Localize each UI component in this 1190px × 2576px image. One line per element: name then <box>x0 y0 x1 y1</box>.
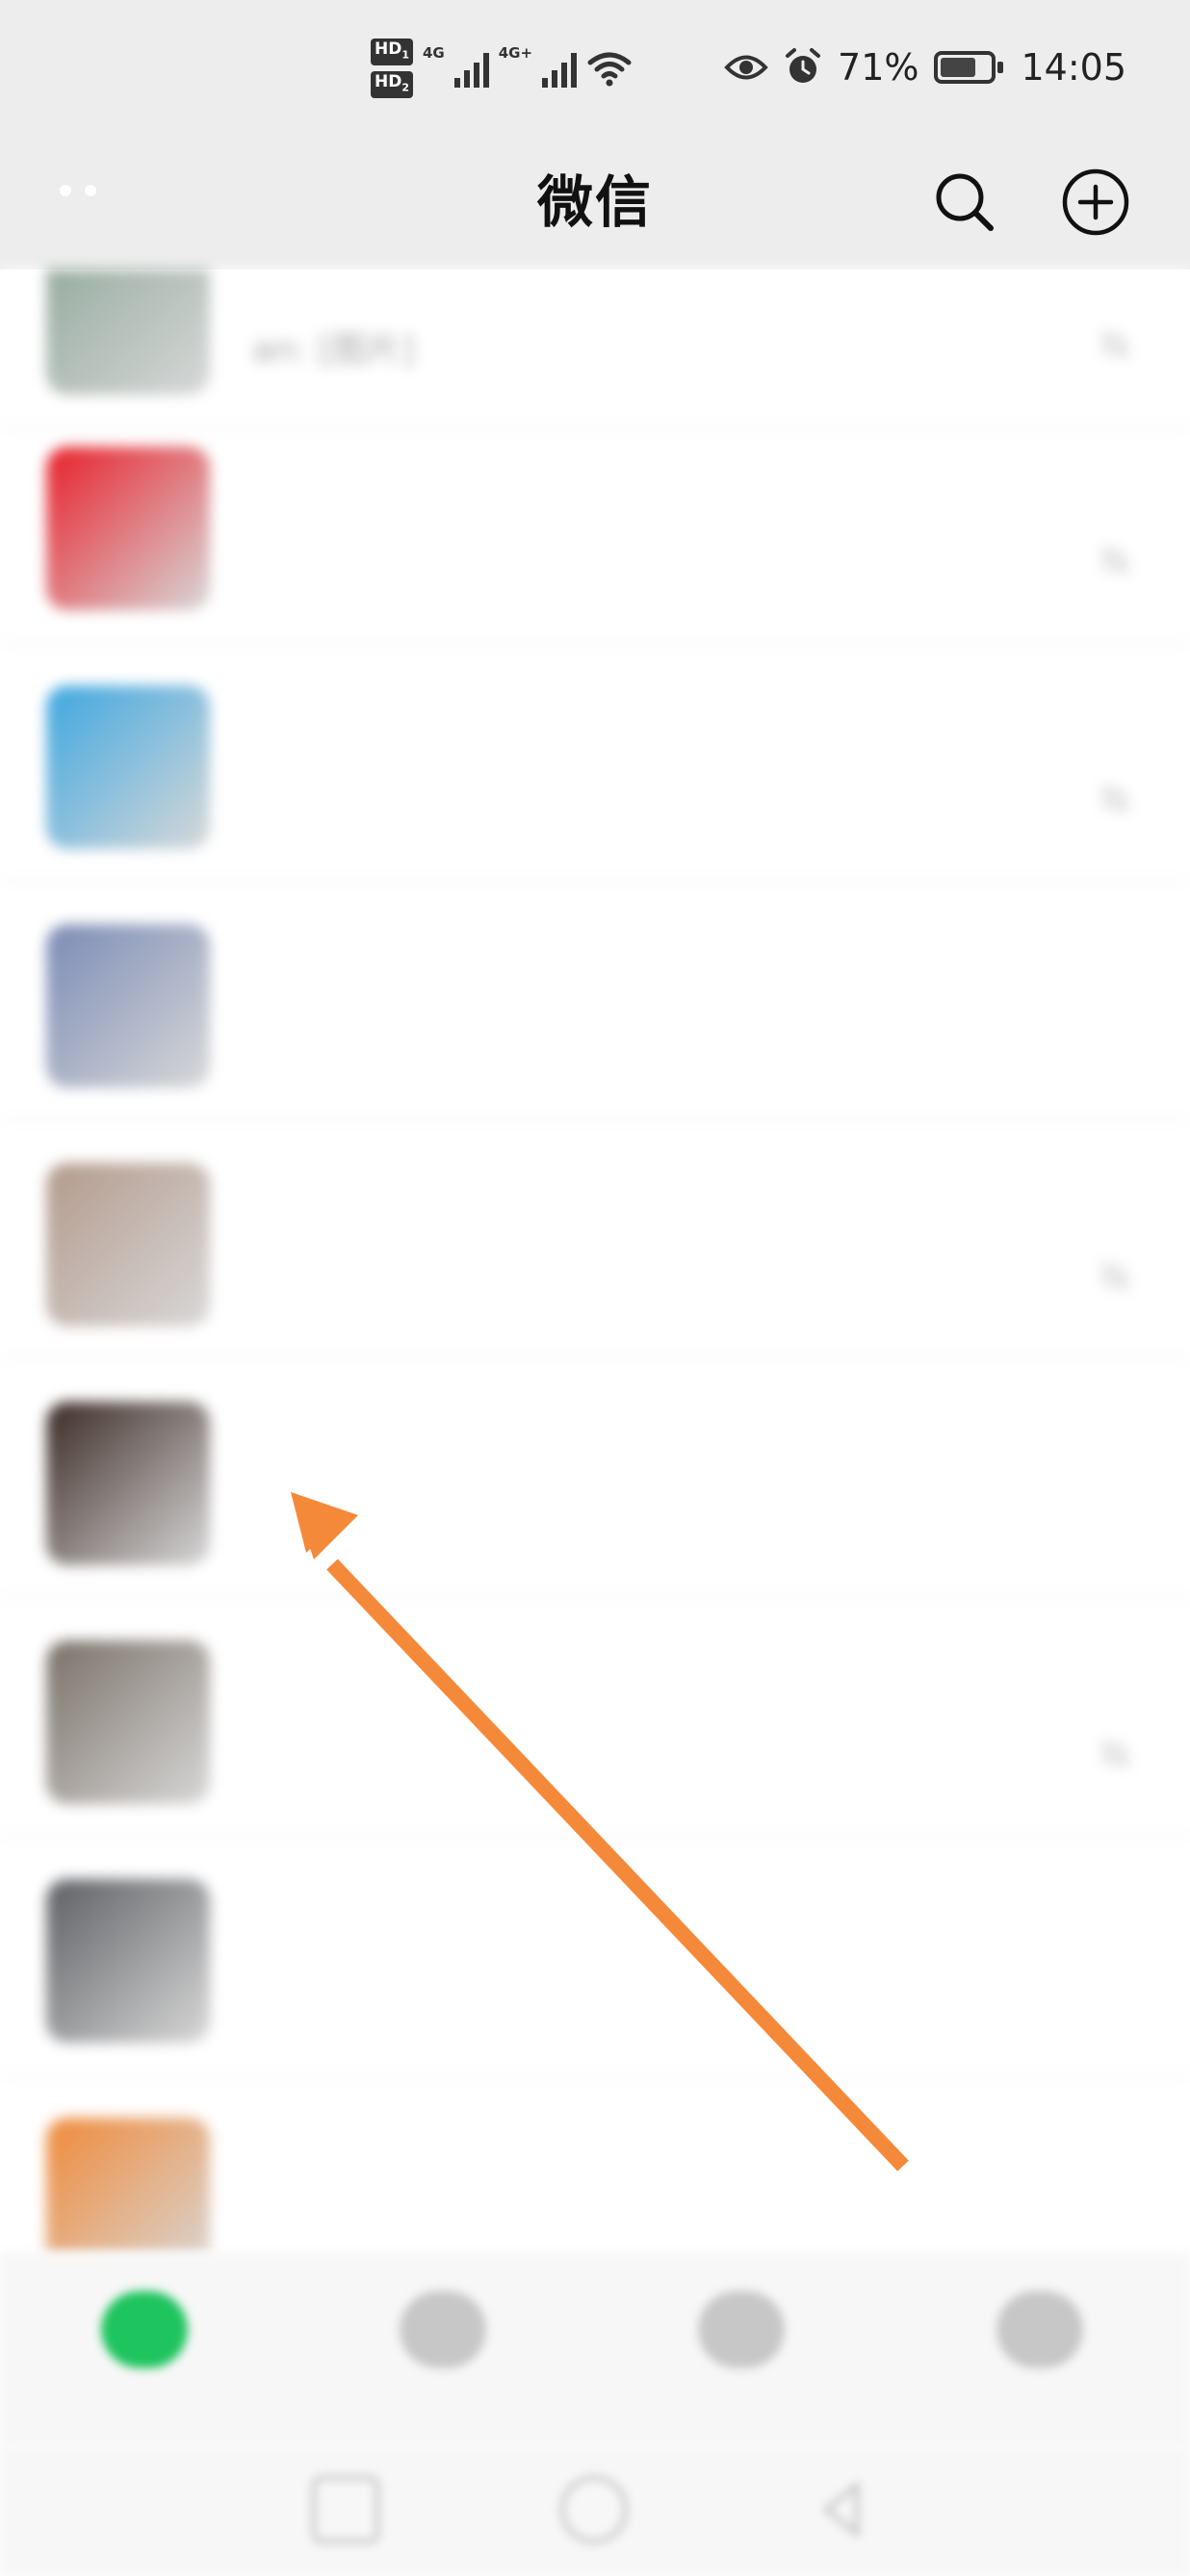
chat-list[interactable]: an: [图片] <box>0 270 1190 2253</box>
avatar[interactable] <box>46 1879 210 2043</box>
avatar[interactable] <box>46 685 210 849</box>
person-icon <box>996 2291 1083 2368</box>
chat-row[interactable] <box>0 404 1190 643</box>
avatar[interactable] <box>46 2118 210 2253</box>
mute-bell-icon <box>1099 1739 1130 1769</box>
battery-fill <box>941 58 976 77</box>
search-button[interactable] <box>918 156 1011 248</box>
network-type-1: 4G <box>423 44 445 62</box>
tab-me[interactable] <box>934 2291 1146 2426</box>
chat-bubble-icon <box>101 2291 188 2368</box>
search-icon <box>936 173 994 231</box>
tab-contacts[interactable] <box>337 2291 549 2426</box>
mute-bell-icon <box>1099 329 1130 360</box>
hd-badge-1: HD1 <box>371 38 413 65</box>
battery-percent: 71% <box>838 46 919 89</box>
home-icon[interactable] <box>560 2476 628 2543</box>
hd-badges: HD1 HD2 <box>371 38 413 99</box>
page-title: 微信 <box>536 169 653 235</box>
add-button[interactable] <box>1049 156 1142 248</box>
avatar[interactable] <box>46 447 210 610</box>
chat-preview: an: [图片] <box>252 330 415 370</box>
avatar[interactable] <box>46 1163 210 1327</box>
contacts-icon <box>400 2291 486 2368</box>
chat-row[interactable] <box>0 1598 1190 1837</box>
chat-row[interactable] <box>0 1837 1190 2075</box>
tab-discover[interactable] <box>635 2291 847 2426</box>
chat-row[interactable] <box>0 1359 1190 1598</box>
hd-badge-2: HD2 <box>371 71 413 99</box>
mute-bell-icon <box>1099 545 1130 576</box>
avatar[interactable] <box>46 924 210 1088</box>
chat-row[interactable] <box>0 1121 1190 1359</box>
tab-bar <box>0 2253 1190 2445</box>
chat-row[interactable] <box>0 2075 1190 2253</box>
chat-row[interactable] <box>0 643 1190 882</box>
system-nav-bar <box>0 2445 1190 2576</box>
battery-icon <box>934 51 1004 84</box>
avatar[interactable] <box>46 1402 210 1565</box>
network-indicators: HD1 HD2 4G 4G+ <box>371 35 633 102</box>
wifi-icon <box>587 52 632 87</box>
clock: 14:05 <box>1021 46 1126 89</box>
avatar[interactable] <box>46 1640 210 1804</box>
network-type-2: 4G+ <box>498 44 533 62</box>
discover-icon <box>698 2291 785 2368</box>
alarm-icon <box>786 48 821 83</box>
add-circle-icon <box>1062 168 1129 236</box>
mute-bell-icon <box>1099 784 1130 814</box>
back-icon[interactable] <box>809 2476 876 2543</box>
signal-icon-2 <box>542 49 578 88</box>
status-bar: HD1 HD2 4G 4G+ 71% 14:05 <box>0 0 1190 135</box>
eye-icon <box>724 55 768 80</box>
avatar[interactable] <box>46 270 210 395</box>
signal-icon <box>453 49 489 88</box>
tab-chats[interactable] <box>39 2291 250 2426</box>
recents-icon[interactable] <box>312 2476 379 2543</box>
status-right: 71% 14:05 <box>724 29 1126 106</box>
chat-row[interactable] <box>0 882 1190 1121</box>
mute-bell-icon <box>1099 1261 1130 1292</box>
